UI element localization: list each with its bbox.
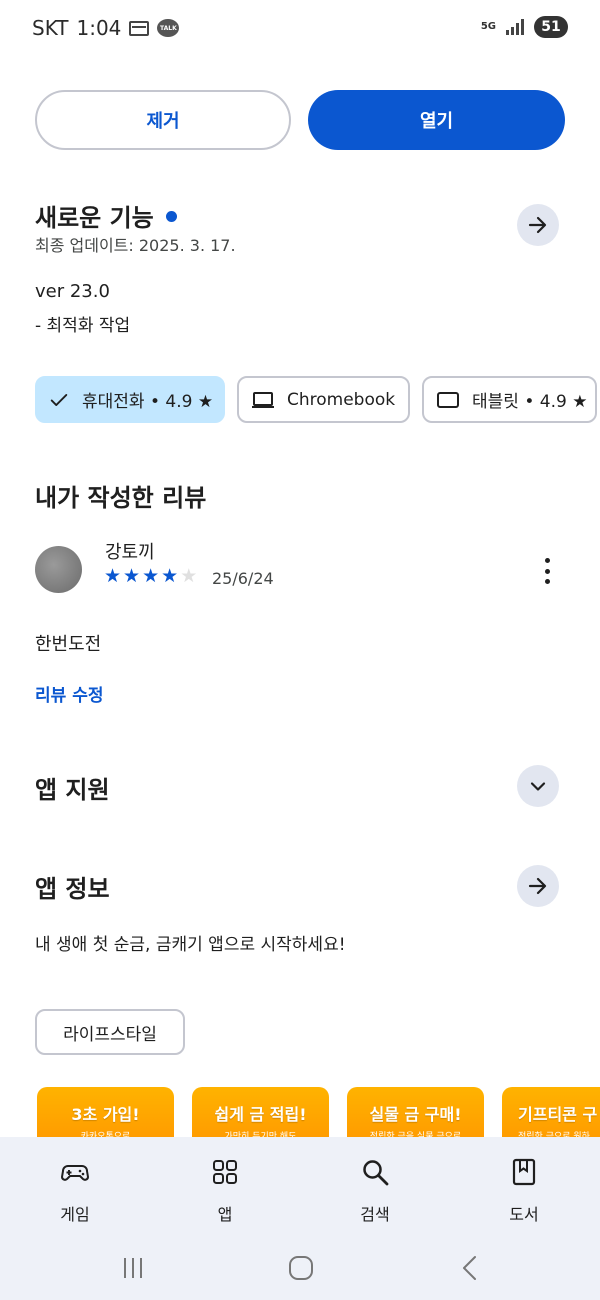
screenshot-headline: 3초 가입! [71, 1105, 140, 1124]
star-filled-icon: ★ [142, 565, 160, 587]
laptop-icon [252, 391, 274, 408]
release-notes-text: - 최적화 작업 [35, 316, 131, 336]
check-icon [50, 393, 68, 406]
screenshot-subtext: 카카오톡으로 [80, 1132, 131, 1137]
status-bar: SKT 1:04 TALK 5G 51 [0, 0, 600, 58]
nav-apps[interactable]: 앱 [175, 1157, 275, 1225]
star-filled-icon: ★ [123, 565, 141, 587]
apps-grid-icon [213, 1160, 237, 1184]
screenshot-card[interactable]: 3초 가입! 카카오톡으로 [37, 1087, 174, 1137]
uninstall-button[interactable]: 제거 [35, 90, 291, 150]
chip-phone-label: 휴대전화 • 4.9 ★ [82, 392, 214, 412]
search-icon [363, 1160, 389, 1186]
recent-apps-button[interactable] [113, 1248, 153, 1288]
nav-games-label: 게임 [60, 1205, 90, 1224]
avatar [35, 546, 82, 593]
device-filter-chips: 휴대전화 • 4.9 ★ Chromebook 태블릿 • 4.9 ★ [35, 376, 600, 424]
screenshot-card[interactable]: 실물 금 구매! 적립한 금을 실물 금으로 [347, 1087, 484, 1137]
nav-apps-label: 앱 [217, 1205, 233, 1224]
whats-new-arrow-button[interactable] [517, 204, 559, 246]
app-info-title[interactable]: 앱 정보 [35, 869, 110, 904]
review-rating-stars: ★ ★ ★ ★ ★ [104, 566, 197, 586]
whats-new-section-title[interactable]: 새로운 기능 [35, 198, 177, 233]
nav-books-label: 도서 [509, 1205, 539, 1224]
arrow-right-icon [528, 216, 547, 234]
tablet-icon [437, 391, 459, 408]
review-author: 강토끼 [105, 542, 155, 563]
review-text: 한번도전 [35, 634, 102, 655]
review-more-options-icon[interactable] [537, 556, 557, 586]
back-button[interactable] [450, 1248, 490, 1288]
home-button[interactable] [281, 1248, 321, 1288]
star-empty-icon: ★ [180, 565, 198, 587]
nav-books[interactable]: 도서 [474, 1157, 574, 1225]
battery-indicator: 51 [534, 16, 568, 38]
nav-search-label: 검색 [360, 1205, 390, 1224]
home-icon [289, 1256, 313, 1280]
screenshot-headline: 쉽게 금 적립! [214, 1105, 307, 1124]
category-chip[interactable]: 라이프스타일 [35, 1009, 185, 1055]
signal-icon [506, 19, 524, 35]
screenshot-carousel[interactable]: 3초 가입! 카카오톡으로 쉽게 금 적립! 가만히 두기만 해도 실물 금 구… [37, 1087, 600, 1137]
screenshot-subtext: 적립한 금을 실물 금으로 [369, 1132, 462, 1137]
nav-games[interactable]: 게임 [25, 1157, 125, 1225]
screenshot-headline: 기프티콘 구 [518, 1105, 598, 1124]
recent-apps-icon [124, 1258, 142, 1278]
chip-tablet-label: 태블릿 • 4.9 ★ [472, 392, 588, 412]
version-text: ver 23.0 [35, 281, 110, 302]
action-buttons: 제거 열기 [35, 90, 565, 150]
chip-chromebook-label: Chromebook [287, 389, 396, 410]
open-button[interactable]: 열기 [308, 90, 565, 150]
clock: 1:04 [76, 16, 122, 40]
arrow-right-icon [528, 877, 547, 895]
whats-new-title: 새로운 기능 [35, 204, 154, 232]
my-review-title: 내가 작성한 리뷰 [35, 484, 207, 512]
carrier-label: SKT [32, 16, 69, 40]
kakaotalk-notification-icon: TALK [157, 19, 180, 37]
network-5g-icon: 5G [480, 21, 496, 32]
back-icon [463, 1256, 476, 1280]
app-info-arrow-button[interactable] [517, 865, 559, 907]
chevron-down-icon [530, 782, 546, 791]
screenshot-card[interactable]: 기프티콘 구 적립한 금으로 원하 [502, 1087, 600, 1137]
screenshot-subtext: 가만히 두기만 해도 [224, 1132, 297, 1137]
screenshot-headline: 실물 금 구매! [369, 1105, 462, 1124]
gamepad-icon [60, 1165, 90, 1181]
app-support-title[interactable]: 앱 지원 [35, 770, 110, 805]
chip-chromebook[interactable]: Chromebook [237, 376, 410, 423]
review-date: 25/6/24 [212, 569, 274, 588]
star-filled-icon: ★ [104, 565, 122, 587]
star-filled-icon: ★ [161, 565, 179, 587]
book-icon [512, 1158, 536, 1186]
edit-review-link[interactable]: 리뷰 수정 [35, 681, 103, 706]
app-description: 내 생애 첫 순금, 금캐기 앱으로 시작하세요! [35, 935, 346, 955]
card-notification-icon [129, 20, 150, 36]
system-navigation-bar [0, 1248, 600, 1288]
last-updated-text: 최종 업데이트: 2025. 3. 17. [35, 236, 236, 255]
new-indicator-dot [165, 210, 177, 222]
app-support-expand-button[interactable] [517, 765, 559, 807]
screenshot-subtext: 적립한 금으로 원하 [518, 1132, 590, 1137]
screenshot-card[interactable]: 쉽게 금 적립! 가만히 두기만 해도 [192, 1087, 329, 1137]
chip-phone[interactable]: 휴대전화 • 4.9 ★ [35, 376, 225, 423]
nav-search[interactable]: 검색 [325, 1157, 425, 1225]
chip-tablet[interactable]: 태블릿 • 4.9 ★ [422, 376, 597, 423]
